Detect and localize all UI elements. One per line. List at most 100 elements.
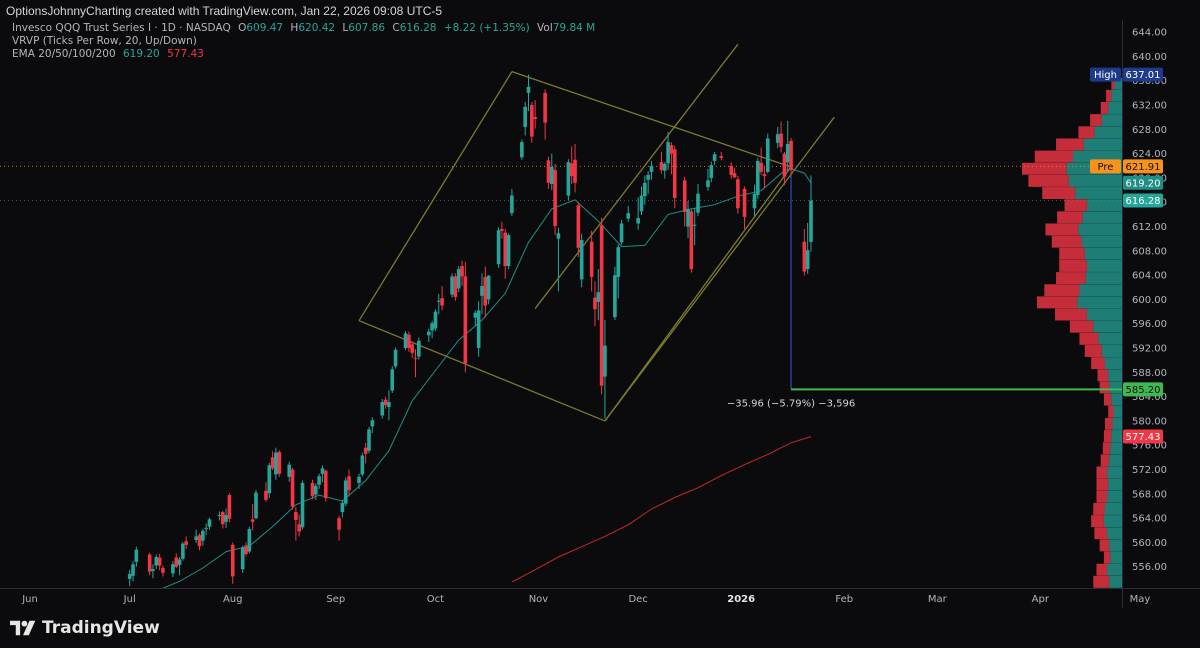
price-chart[interactable]: −35.96 (−5.79%) −3,596 556.00 560.00 564.0… xyxy=(0,20,1200,608)
vp-down-bar xyxy=(1099,381,1110,394)
legend-ema200-value: 577.43 xyxy=(167,48,204,60)
candle-body xyxy=(363,447,368,454)
candle-body xyxy=(732,173,737,178)
candle-body xyxy=(201,530,205,541)
vp-down-bar xyxy=(1091,515,1104,528)
candle-body xyxy=(686,208,690,227)
vp-down-bar xyxy=(1108,405,1114,418)
price-tick-label: 644.00 xyxy=(1132,28,1167,39)
candle-body xyxy=(407,334,411,349)
candle-body xyxy=(380,402,385,416)
candle-body xyxy=(224,515,228,522)
legend-row-vrvp[interactable]: VRVP (Ticks Per Row, 20, Up/Down) xyxy=(12,35,201,47)
legend-symbol: Invesco QQQ Trust Series I · 1D · NASDAQ xyxy=(12,22,231,34)
vp-up-bar xyxy=(1108,102,1122,114)
candle-body xyxy=(161,567,165,573)
vp-down-bar xyxy=(1103,393,1112,406)
vp-down-bar xyxy=(1106,89,1112,102)
candle-body xyxy=(453,276,458,298)
candle-body xyxy=(566,162,571,196)
legend-ema20-value: 619.20 xyxy=(122,48,160,60)
vp-up-bar xyxy=(1111,430,1122,443)
vp-up-bar xyxy=(1103,515,1122,528)
candle-body xyxy=(573,159,577,183)
tradingview-brand[interactable]: TradingView xyxy=(10,618,160,638)
candle-body xyxy=(267,465,272,494)
footer: TradingView xyxy=(0,608,1200,648)
candle-body xyxy=(244,545,248,554)
time-tick-label: Apr xyxy=(1032,594,1050,605)
price-tick-label: 596.00 xyxy=(1132,319,1167,330)
candle-body xyxy=(460,266,464,277)
candle-body xyxy=(274,452,278,475)
candle-body xyxy=(240,547,245,570)
vp-down-bar xyxy=(1096,466,1108,479)
candle-body xyxy=(546,160,551,183)
price-tick-label: 640.00 xyxy=(1132,52,1167,63)
candle-body xyxy=(692,224,697,226)
candle-body xyxy=(719,156,724,158)
candle-body xyxy=(157,557,162,566)
candle-body xyxy=(393,349,398,367)
header-title: OptionsJohnnyCharting created with Tradi… xyxy=(6,4,443,18)
price-tick-label: 588.00 xyxy=(1132,368,1167,379)
candle-body xyxy=(227,495,232,519)
candle-body xyxy=(579,239,584,280)
vp-up-bar xyxy=(1107,466,1122,479)
candle-body xyxy=(639,195,644,212)
time-tick-label: Oct xyxy=(427,594,444,605)
vp-up-bar xyxy=(1101,345,1122,357)
vp-down-bar xyxy=(1045,223,1079,236)
candle-body xyxy=(340,502,345,513)
vp-up-bar xyxy=(1086,308,1122,321)
price-tag-name: High xyxy=(1094,70,1117,81)
candle-body xyxy=(765,138,770,172)
candle-body xyxy=(669,145,674,154)
chart-area[interactable]: −35.96 (−5.79%) −3,596 556.00 560.00 564.0… xyxy=(0,20,1200,608)
candle-body xyxy=(433,311,438,329)
candle-body xyxy=(775,134,780,143)
vp-down-bar xyxy=(1090,114,1102,127)
vp-up-bar xyxy=(1109,381,1122,394)
candle-body xyxy=(802,241,807,272)
candle-body xyxy=(131,564,135,576)
price-tick-label: 600.00 xyxy=(1132,295,1167,306)
legend-row-ema[interactable]: EMA 20/50/100/200 619.20 577.43 xyxy=(12,48,208,60)
candle-body xyxy=(779,133,783,147)
vp-up-bar xyxy=(1104,502,1122,515)
candle-body xyxy=(310,482,315,497)
vp-up-bar xyxy=(1109,454,1122,467)
candle-body xyxy=(230,544,235,577)
time-tick-label: Mar xyxy=(928,594,948,605)
candle-body xyxy=(649,165,654,172)
candle-body xyxy=(174,557,179,567)
legend-close: C616.28 xyxy=(392,22,436,34)
candle-body xyxy=(387,402,391,407)
candle-body xyxy=(742,188,747,217)
vp-up-bar xyxy=(1081,235,1122,248)
price-tag-name: Pre xyxy=(1098,162,1114,173)
vp-down-bar xyxy=(1103,551,1111,564)
vp-up-bar xyxy=(1109,575,1122,588)
candle-body xyxy=(403,333,408,349)
vp-down-bar xyxy=(1057,211,1083,224)
legend-open-value: 609.47 xyxy=(246,22,284,34)
candle-body xyxy=(171,564,175,574)
vp-down-bar xyxy=(1078,126,1095,139)
measure-label: −35.96 (−5.79%) −3,596 xyxy=(727,398,855,409)
candle-body xyxy=(181,543,185,559)
candle-body xyxy=(456,269,461,289)
vp-up-bar xyxy=(1111,89,1122,102)
candle-body xyxy=(300,482,305,528)
price-tick-label: 604.00 xyxy=(1132,271,1167,282)
vp-down-bar xyxy=(1079,332,1099,345)
candle-body xyxy=(473,312,478,318)
price-tick-label: 560.00 xyxy=(1132,538,1167,549)
candle-body xyxy=(254,492,258,519)
candle-body xyxy=(294,512,298,520)
candle-body xyxy=(503,232,508,267)
candle-body xyxy=(756,160,760,195)
candle-body xyxy=(480,286,484,296)
vp-down-bar xyxy=(1042,187,1076,200)
candle-body xyxy=(436,300,441,302)
